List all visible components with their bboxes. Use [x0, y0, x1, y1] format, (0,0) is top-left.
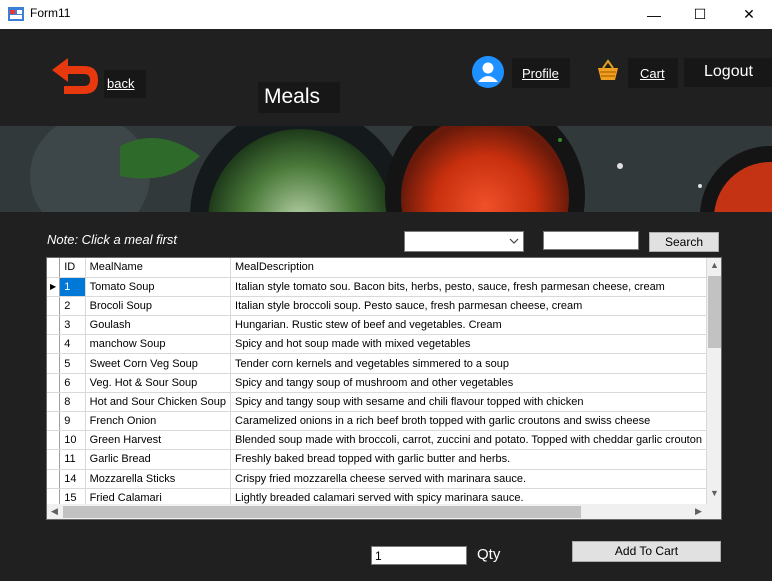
table-row[interactable]: 15 Fried Calamari Lightly breaded calamari… [47, 488, 707, 504]
mealdescription-cell[interactable]: Crispy fried mozzarella cheese served wi… [230, 469, 707, 489]
table-row[interactable]: 9 French Onion Caramelized onions in a ric… [47, 411, 707, 432]
scroll-down-icon[interactable]: ▼ [707, 488, 721, 498]
row-header-corner [47, 258, 61, 278]
id-cell[interactable]: 10 [59, 430, 86, 451]
mealdescription-cell[interactable]: Spicy and tangy soup of mushroom and oth… [230, 373, 707, 393]
vertical-scrollbar[interactable]: ▲ ▼ [707, 258, 721, 504]
mealname-cell[interactable]: Hot and Sour Chicken Soup [85, 392, 232, 413]
row-header-cell[interactable] [47, 373, 61, 393]
id-cell[interactable]: 15 [59, 488, 86, 504]
quantity-label: Qty [477, 546, 501, 563]
mealdescription-cell[interactable]: Spicy and hot soup made with mixed veget… [230, 334, 707, 355]
column-header-id[interactable]: ID [59, 258, 86, 278]
scroll-right-icon[interactable]: ▶ [691, 506, 706, 517]
window-titlebar: Form11 — ☐ ✕ [0, 0, 772, 29]
id-cell[interactable]: 2 [59, 296, 86, 317]
meals-table: ID MealName MealDescription ▶ 1 Tomato Sou… [47, 258, 707, 504]
search-input[interactable] [543, 231, 639, 250]
id-cell[interactable]: 6 [59, 373, 86, 393]
quantity-input[interactable]: 1 [371, 546, 467, 565]
mealname-cell[interactable]: Sweet Corn Veg Soup [85, 353, 232, 374]
mealdescription-cell[interactable]: Spicy and tangy soup with sesame and chi… [230, 392, 707, 413]
instruction-note: Note: Click a meal first [47, 232, 178, 247]
scroll-up-icon[interactable]: ▲ [707, 260, 721, 270]
filter-combobox[interactable] [404, 231, 524, 252]
mealdescription-cell[interactable]: Caramelized onions in a rich beef broth … [230, 411, 707, 432]
mealdescription-cell[interactable]: Freshly baked bread topped with garlic b… [230, 449, 707, 470]
column-header-mealname[interactable]: MealName [85, 258, 232, 278]
table-row[interactable]: 2 Brocoli Soup Italian style broccoli soup… [47, 296, 707, 317]
row-header-cell[interactable] [47, 315, 61, 336]
mealdescription-cell[interactable]: Italian style tomato sou. Bacon bits, he… [230, 277, 707, 297]
table-row[interactable]: 14 Mozzarella Sticks Crispy fried mozzarel… [47, 469, 707, 489]
table-row[interactable]: 6 Veg. Hot & Sour Soup Spicy and tangy sou… [47, 373, 707, 393]
mealdescription-cell[interactable]: Italian style broccoli soup. Pesto sauce… [230, 296, 707, 317]
table-row[interactable]: 5 Sweet Corn Veg Soup Tender corn kernels … [47, 353, 707, 374]
id-cell[interactable]: 1 [59, 277, 86, 297]
mealname-cell[interactable]: manchow Soup [85, 334, 232, 355]
horizontal-scroll-thumb[interactable] [63, 506, 581, 518]
user-icon[interactable] [472, 56, 504, 88]
row-header-cell[interactable]: ▶ [47, 277, 61, 297]
mealname-cell[interactable]: Green Harvest [85, 430, 232, 451]
search-button[interactable]: Search [649, 232, 719, 252]
mealdescription-cell[interactable]: Tender corn kernels and vegetables simme… [230, 353, 707, 374]
row-header-cell[interactable] [47, 488, 61, 504]
vertical-scroll-thumb[interactable] [708, 276, 721, 348]
mealname-cell[interactable]: Fried Calamari [85, 488, 232, 504]
maximize-button[interactable]: ☐ [677, 0, 723, 29]
chevron-down-icon [509, 238, 519, 244]
mealname-cell[interactable]: French Onion [85, 411, 232, 432]
window-title: Form11 [30, 6, 71, 20]
id-cell[interactable]: 3 [59, 315, 86, 336]
back-arrow-icon[interactable] [50, 54, 100, 96]
mealname-cell[interactable]: Goulash [85, 315, 232, 336]
row-header-cell[interactable] [47, 296, 61, 317]
id-cell[interactable]: 8 [59, 392, 86, 413]
cart-link[interactable]: Cart [628, 58, 678, 88]
row-header-cell[interactable] [47, 430, 61, 451]
grid-header-row: ID MealName MealDescription [47, 258, 707, 278]
row-header-cell[interactable] [47, 392, 61, 413]
soup-banner-image [0, 126, 772, 212]
mealname-cell[interactable]: Brocoli Soup [85, 296, 232, 317]
row-header-cell[interactable] [47, 469, 61, 489]
mealname-cell[interactable]: Mozzarella Sticks [85, 469, 232, 489]
mealdescription-cell[interactable]: Lightly breaded calamari served with spi… [230, 488, 707, 504]
logout-button[interactable]: Logout [684, 58, 772, 87]
table-row[interactable]: 10 Green Harvest Blended soup made with br… [47, 430, 707, 451]
page-title: Meals [258, 82, 340, 113]
horizontal-scrollbar[interactable]: ◀ ▶ [47, 504, 707, 519]
row-header-cell[interactable] [47, 334, 61, 355]
mealdescription-cell[interactable]: Blended soup made with broccoli, carrot,… [230, 430, 707, 451]
scroll-left-icon[interactable]: ◀ [47, 506, 62, 517]
id-cell[interactable]: 11 [59, 449, 86, 470]
row-header-cell[interactable] [47, 353, 61, 374]
mealname-cell[interactable]: Garlic Bread [85, 449, 232, 470]
add-to-cart-button[interactable]: Add To Cart [572, 541, 721, 562]
column-header-mealdescription[interactable]: MealDescription [230, 258, 707, 278]
mealname-cell[interactable]: Veg. Hot & Sour Soup [85, 373, 232, 393]
close-button[interactable]: ✕ [726, 0, 772, 29]
mealdescription-cell[interactable]: Hungarian. Rustic stew of beef and veget… [230, 315, 707, 336]
row-header-cell[interactable] [47, 449, 61, 470]
table-row[interactable]: 11 Garlic Bread Freshly baked bread topped… [47, 449, 707, 470]
table-row[interactable]: 4 manchow Soup Spicy and hot soup made wit… [47, 334, 707, 355]
minimize-button[interactable]: — [631, 0, 677, 29]
back-link[interactable]: back [104, 70, 146, 98]
table-row[interactable]: 3 Goulash Hungarian. Rustic stew of beef a… [47, 315, 707, 336]
id-cell[interactable]: 14 [59, 469, 86, 489]
basket-icon[interactable] [596, 58, 620, 82]
meals-grid[interactable]: ID MealName MealDescription ▶ 1 Tomato Sou… [46, 257, 722, 520]
id-cell[interactable]: 9 [59, 411, 86, 432]
profile-link[interactable]: Profile [512, 58, 570, 88]
table-row[interactable]: 8 Hot and Sour Chicken Soup Spicy and tang… [47, 392, 707, 413]
table-row[interactable]: ▶ 1 Tomato Soup Italian style tomato sou. B… [47, 277, 707, 297]
app-icon [8, 7, 24, 21]
mealname-cell[interactable]: Tomato Soup [85, 277, 232, 297]
scrollbar-corner [707, 504, 721, 519]
row-header-cell[interactable] [47, 411, 61, 432]
id-cell[interactable]: 5 [59, 353, 86, 374]
id-cell[interactable]: 4 [59, 334, 86, 355]
